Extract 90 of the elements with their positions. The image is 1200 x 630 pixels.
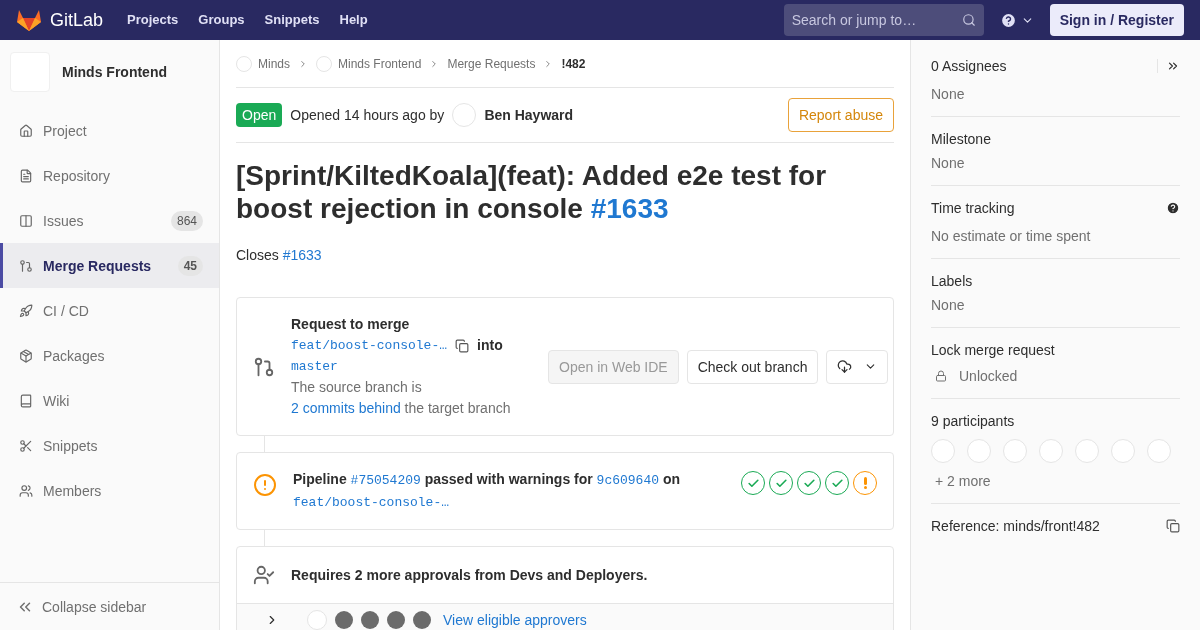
breadcrumb-link[interactable]: Minds Frontend	[338, 55, 422, 72]
scissors-icon	[19, 438, 33, 453]
behind-text: The source branch is 2 commits behind the target branch	[291, 378, 512, 418]
chevron-right-icon	[298, 58, 308, 69]
group-avatar	[316, 55, 332, 72]
description-text: Closes #1633	[236, 246, 323, 265]
pipeline-link[interactable]: #75054209	[350, 473, 421, 488]
people-icon	[19, 483, 33, 498]
author-avatar	[452, 103, 477, 127]
sidebar-item[interactable]: Packages	[0, 333, 219, 378]
branch-link[interactable]: feat/boost-console-…	[293, 495, 450, 510]
approvals-text: Requires 2 more approvals from Devs and Deployers.	[291, 566, 648, 585]
approver-avatar	[387, 610, 405, 629]
download-dropdown[interactable]	[826, 349, 889, 384]
count-badge: 864	[170, 210, 203, 231]
request-heading: Request to merge	[291, 315, 411, 334]
breadcrumb-link[interactable]: !482	[561, 55, 586, 72]
sidebar-item[interactable]: Repository	[0, 153, 219, 198]
section-title: Milestone	[931, 130, 991, 149]
search-field[interactable]: Search or jump to…	[783, 4, 984, 36]
nav-link[interactable]: Projects	[127, 10, 179, 30]
warning-circle-icon	[253, 473, 277, 497]
eligible-approvers-link[interactable]: View eligible approvers	[443, 609, 587, 630]
breadcrumb-link[interactable]: Minds	[258, 55, 290, 72]
sidebar-item[interactable]: Merge Requests 45	[0, 243, 219, 288]
sidebar-item[interactable]: CI / CD	[0, 288, 219, 333]
merge-request-icon	[253, 355, 275, 378]
book-icon	[19, 393, 33, 408]
cloud-download-icon	[837, 359, 853, 374]
section-title: 0 Assignees	[931, 57, 1007, 76]
fox-logo-icon	[16, 8, 42, 32]
help-icon	[999, 11, 1017, 29]
package-icon	[19, 348, 33, 363]
commit-link[interactable]: 9c609640	[596, 473, 660, 488]
nav-link[interactable]: Help	[339, 10, 368, 30]
issue-link[interactable]: #1633	[590, 193, 669, 224]
search-icon	[961, 13, 976, 27]
document-icon	[19, 168, 33, 183]
collapse-sidebar-button[interactable]: Collapse sidebar	[0, 582, 219, 630]
sidebar-item[interactable]: Issues 864	[0, 198, 219, 243]
pipeline-text: Pipeline #75054209 passed with warnings for 9c609640 on feat/boost-console-…	[293, 470, 682, 512]
opened-text: Opened 14 hours ago by	[290, 106, 445, 125]
lock-icon	[935, 370, 947, 382]
section-title: 9 participants	[931, 412, 1015, 431]
approver-avatar	[335, 610, 353, 629]
count-badge: 45	[177, 255, 203, 276]
status-badge: Open	[236, 103, 283, 127]
branch-link[interactable]: feat/boost-console-…	[291, 335, 448, 356]
assignees-value: None	[931, 85, 966, 104]
user-check-icon	[253, 564, 275, 586]
sidebar-item[interactable]: Project	[0, 108, 219, 153]
section-title: Time tracking	[931, 199, 1015, 218]
branch-link[interactable]: master	[291, 356, 516, 377]
more-participants[interactable]: + 2 more	[935, 471, 1180, 491]
sidebar-item[interactable]: Wiki	[0, 378, 219, 423]
lock-value: Unlocked	[959, 367, 1018, 386]
author-link[interactable]: Ben Hayward	[484, 105, 574, 125]
section-title: Labels	[931, 272, 973, 291]
rocket-icon	[19, 303, 33, 318]
breadcrumb-link[interactable]: Merge Requests	[447, 55, 536, 72]
time-tracking-value: No estimate or time spent	[931, 227, 1092, 246]
issue-link[interactable]: #1633	[282, 247, 322, 263]
nav-link[interactable]: Groups	[198, 10, 245, 30]
home-icon	[19, 123, 33, 138]
merge-request-title: [Sprint/KiltedKoala](feat): Added e2e test for boost rejection in console #1633	[236, 159, 828, 225]
double-chevron-right-icon[interactable]	[1166, 59, 1180, 73]
report-abuse-button[interactable]: Report abuse	[787, 98, 894, 132]
sidebar-item[interactable]: Members	[0, 468, 219, 513]
copy-icon[interactable]	[455, 338, 470, 353]
checkout-button[interactable]: Check out branch	[686, 349, 819, 384]
nav-link[interactable]: Snippets	[264, 10, 320, 30]
merge-request-icon	[19, 258, 33, 273]
project-name[interactable]: Minds Frontend	[62, 62, 167, 82]
approver-avatar	[413, 610, 431, 629]
section-title: Reference: minds/front!482	[931, 517, 1100, 536]
approver-avatar	[361, 610, 379, 629]
group-avatar	[236, 55, 252, 72]
help-dropdown[interactable]	[999, 11, 1034, 29]
into-text: into	[477, 336, 503, 355]
copy-icon[interactable]	[1166, 519, 1180, 533]
section-title: Lock merge request	[931, 341, 1055, 360]
brand-name[interactable]: GitLab	[50, 6, 104, 34]
labels-value: None	[931, 296, 966, 315]
commits-link[interactable]: 2 commits behind	[291, 400, 401, 416]
sidebar-item[interactable]: Snippets	[0, 423, 219, 468]
sign-in-button[interactable]: Sign in / Register	[1049, 4, 1184, 36]
issues-icon	[19, 213, 33, 228]
help-icon[interactable]	[1166, 201, 1180, 215]
milestone-value: None	[931, 154, 966, 173]
web-ide-button[interactable]: Open in Web IDE	[548, 349, 679, 384]
